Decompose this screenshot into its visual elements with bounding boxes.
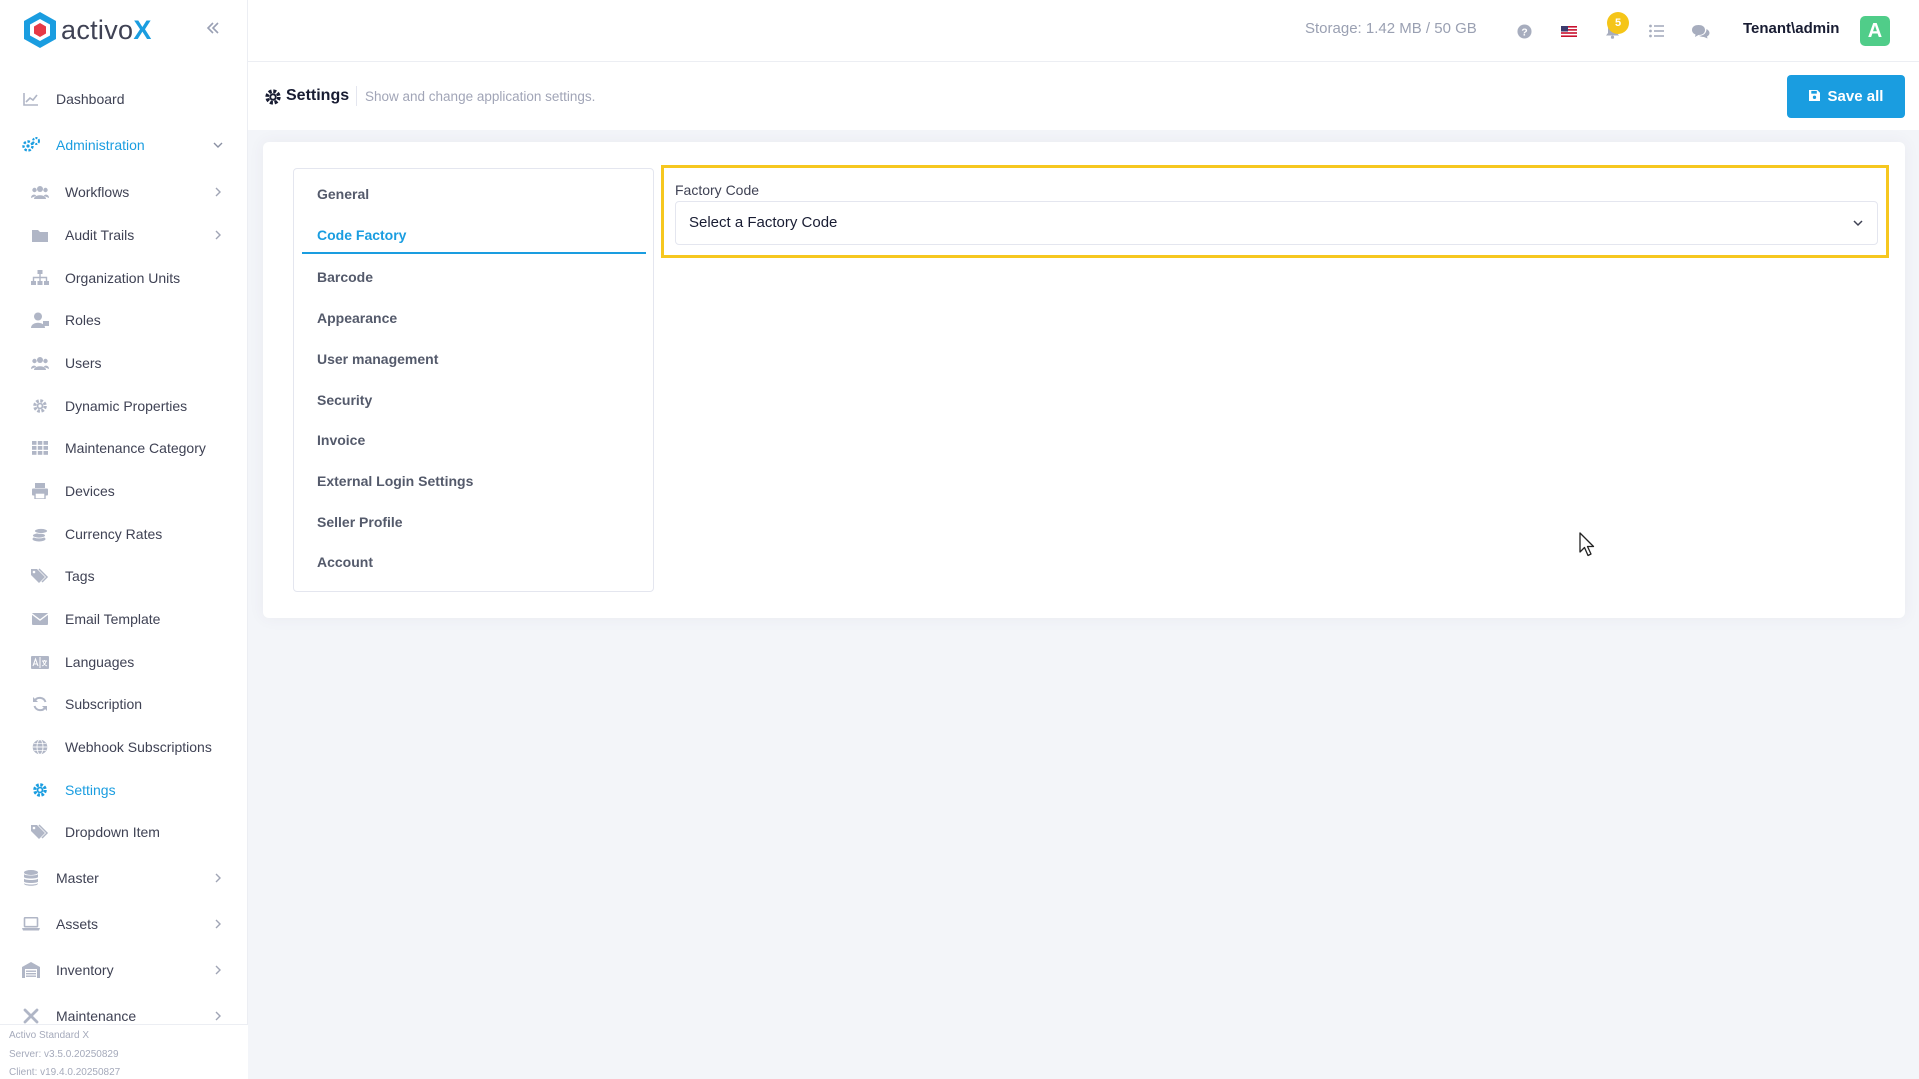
sitemap-icon [31,269,49,287]
globe-icon [31,738,49,756]
chevron-right-icon [212,872,224,884]
chat-icon[interactable] [1689,20,1711,42]
sidebar-item-users[interactable]: Users [0,346,248,380]
sidebar-item-organization-units[interactable]: Organization Units [0,261,248,295]
chevron-right-icon [212,186,224,198]
product-name: Activo Standard X [9,1030,90,1041]
coins-icon [31,525,49,543]
cogs-icon [22,136,40,154]
chevron-right-icon [212,964,224,976]
factory-code-label: Factory Code [675,182,760,198]
title-divider [356,86,357,106]
envelope-icon [31,610,49,628]
logo-icon [22,11,58,49]
user-tag-icon [31,311,49,329]
factory-code-panel: Factory Code Select a Factory Code [661,165,1889,258]
tab-account[interactable]: Account [302,543,646,581]
factory-code-select[interactable]: Select a Factory Code [675,201,1878,245]
settings-tabs: General Code Factory Barcode Appearance … [293,168,654,592]
sidebar-item-dynamic-properties[interactable]: Dynamic Properties [0,389,248,423]
sidebar-item-webhook-subscriptions[interactable]: Webhook Subscriptions [0,730,248,764]
factory-code-value: Select a Factory Code [689,214,838,231]
sidebar-item-administration[interactable]: Administration [0,128,248,162]
chevron-right-icon [212,229,224,241]
version-info: Activo Standard X Server: v3.5.0.2025082… [0,1024,248,1079]
sidebar-item-assets[interactable]: Assets [0,907,248,941]
sidebar-item-currency-rates[interactable]: Currency Rates [0,517,248,551]
printer-icon [31,482,49,500]
language-icon [31,653,49,671]
chevron-right-icon [212,918,224,930]
tab-code-factory[interactable]: Code Factory [302,216,646,254]
chevron-down-icon [212,139,224,151]
save-icon [1808,88,1820,105]
settings-card: General Code Factory Barcode Appearance … [263,142,1905,618]
grid-icon [31,439,49,457]
tab-user-management[interactable]: User management [302,340,646,378]
users-group-icon [31,183,49,201]
logo-text: activoX [61,14,152,45]
sidebar-item-subscription[interactable]: Subscription [0,687,248,721]
sidebar-item-audit-trails[interactable]: Audit Trails [0,218,248,252]
gear-icon [31,781,49,799]
client-version: Client: v19.4.0.20250827 [9,1067,121,1078]
tab-general[interactable]: General [302,175,646,213]
folder-icon [31,226,49,244]
users-icon [31,354,49,372]
page-description: Show and change application settings. [365,89,596,104]
chevron-right-icon [212,1010,224,1022]
server-version: Server: v3.5.0.20250829 [9,1048,119,1060]
database-icon [22,869,40,887]
tab-invoice[interactable]: Invoice [302,421,646,459]
sidebar-item-email-template[interactable]: Email Template [0,602,248,636]
avatar[interactable]: A [1860,16,1890,46]
sidebar-item-devices[interactable]: Devices [0,474,248,508]
collapse-sidebar-icon[interactable] [203,18,223,38]
user-name[interactable]: Tenant\admin [1743,20,1839,37]
help-icon[interactable]: ? [1513,20,1535,42]
tab-appearance[interactable]: Appearance [302,299,646,337]
us-flag-icon[interactable] [1558,20,1580,42]
chart-line-icon [22,90,40,108]
sidebar-item-tags[interactable]: Tags [0,559,248,593]
gear-icon [31,397,49,415]
gear-icon [264,88,282,106]
sidebar-item-settings[interactable]: Settings [0,773,248,807]
sidebar-item-dropdown-item[interactable]: Dropdown Item [0,815,248,849]
tab-external-login-settings[interactable]: External Login Settings [302,462,646,500]
mouse-cursor-icon [1579,532,1597,558]
save-all-button[interactable]: Save all [1787,75,1905,118]
sidebar-item-languages[interactable]: Languages [0,645,248,679]
notification-badge[interactable]: 5 [1607,12,1629,34]
tab-security[interactable]: Security [302,381,646,419]
task-list-icon[interactable] [1645,20,1667,42]
svg-text:?: ? [1521,27,1527,38]
tab-barcode[interactable]: Barcode [302,258,646,296]
laptop-icon [22,915,40,933]
sync-icon [31,695,49,713]
tags-icon [31,823,49,841]
tools-icon [22,1007,40,1025]
tab-seller-profile[interactable]: Seller Profile [302,503,646,541]
tags-icon [31,567,49,585]
sidebar: activoX Dashboard Administration Workflo… [0,0,248,1079]
sidebar-item-inventory[interactable]: Inventory [0,953,248,987]
topbar: Storage: 1.42 MB / 50 GB ? 5 Tenant\admi… [248,0,1919,62]
sidebar-item-maintenance-category[interactable]: Maintenance Category [0,431,248,465]
page-title: Settings [286,87,350,104]
storage-usage: Storage: 1.42 MB / 50 GB [1305,20,1477,37]
sidebar-item-workflows[interactable]: Workflows [0,175,248,209]
sidebar-item-roles[interactable]: Roles [0,303,248,337]
chevron-down-icon [1851,216,1865,230]
subheader: Settings Show and change application set… [248,62,1919,130]
warehouse-icon [22,961,40,979]
sidebar-item-dashboard[interactable]: Dashboard [0,82,248,116]
sidebar-item-master[interactable]: Master [0,861,248,895]
